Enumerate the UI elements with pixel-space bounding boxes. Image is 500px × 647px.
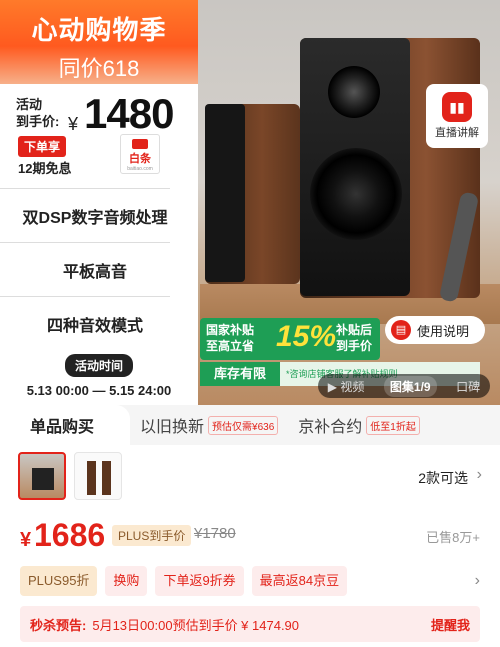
media-tab-video[interactable]: ▶ 视频 [328,378,365,395]
tab-single-label: 单品购买 [30,419,95,436]
promo-title: 心动购物季 [31,15,167,45]
promo-title-partial [0,2,198,6]
manual-button[interactable]: ▤ 使用说明 [385,316,485,344]
time-label: 活动时间 [64,354,133,377]
plus-price-tag: PLUS到手价 [112,525,192,546]
doc-icon: ▤ [391,320,411,340]
coupon-plus[interactable]: PLUS95折 [20,566,98,596]
tab-contract-tag: 低至1折起 [366,415,420,435]
coupon-exchange[interactable]: 换购 [105,566,148,596]
subsidy-percent: 15% [276,320,337,353]
coupon-rebate[interactable]: 下单返9折券 [155,566,244,596]
variant-thumb-speakers[interactable] [18,452,66,500]
feature-2: 平板高音 [0,242,170,296]
remind-button[interactable]: 提醒我 [431,615,470,634]
promo-yen: ¥ [68,114,79,134]
tab-tradein-tag: 预估仅需¥636 [208,415,279,435]
purchase-tabs: 单品购买 以旧换新 预估仅需¥636 京补合约 低至1折起 [0,405,500,445]
flash-sale-notice: 秒杀预告: 5月13日00:00预估到手价 ¥ 1474.90 提醒我 [20,606,480,642]
sold-count: 已售8万+ [426,530,480,545]
order-badge: 下单享 [18,136,67,157]
promo-price: 1480 [84,90,174,137]
variant-thumb-stands[interactable] [74,452,122,500]
live-stream-button[interactable]: ▮▮ 直播讲解 [426,84,488,148]
tab-tradein-label: 以旧换新 [140,419,205,436]
promo-price-label: 活动 到手价: [16,97,60,129]
promo-subtitle: 同价618 [58,56,140,81]
activity-time: 活动时间 5.13 00:00 — 5.15 24:00 [0,350,198,398]
price-value: 1686 [34,517,106,553]
price-yen: ¥ [20,529,32,551]
variant-count: 2款可选 [418,470,468,486]
feature-1: 双DSP数字音频处理 [0,188,170,242]
original-price: ¥1780 [194,525,236,542]
baitiao-logo: 白条 baitiao.com [120,134,160,174]
live-label: 直播讲解 [435,127,479,139]
subsidy-banner: 国家补贴 至高立省 15% 补贴后 到手价 [200,318,380,360]
subsidy-left: 国家补贴 至高立省 [206,323,255,353]
time-range: 5.13 00:00 — 5.15 24:00 [26,383,172,398]
presale-label: 秒杀预告: [30,617,87,633]
variant-selector[interactable]: 2款可选 › [18,452,482,504]
price-row: ¥ 1686 PLUS到手价 ¥1780 已售8万+ [20,515,480,555]
subsidy-right: 补贴后 到手价 [336,323,373,353]
bars-icon: ▮▮ [442,92,472,122]
promo-price-box: 活动 到手价: ¥ 1480 下单享 12期免息 白条 baitiao.com [0,84,198,188]
tab-single[interactable]: 单品购买 [0,405,131,445]
media-tabs: ▶ 视频 图集1/9 口碑 [318,374,490,398]
coupon-row[interactable]: PLUS95折 换购 下单返9折券 最高返84京豆 › [20,566,480,596]
feature-3: 四种音效模式 [0,296,170,350]
installment-text: 12期免息 [18,161,72,176]
product-gallery[interactable]: 心动购物季 同价618 活动 到手价: ¥ 1480 下单享 12期免息 白条 … [0,0,500,405]
promo-header: 心动购物季 同价618 [0,0,198,84]
tab-contract[interactable]: 京补合约 低至1折起 [288,405,430,445]
tab-contract-label: 京补合约 [298,419,363,436]
manual-label: 使用说明 [417,323,470,339]
stock-label: 库存有限 [200,362,280,386]
chevron-right-icon: › [474,572,480,589]
media-tab-reviews[interactable]: 口碑 [456,378,480,395]
promo-panel: 心动购物季 同价618 活动 到手价: ¥ 1480 下单享 12期免息 白条 … [0,0,198,405]
coupon-jingdou[interactable]: 最高返84京豆 [251,566,348,596]
media-tab-gallery[interactable]: 图集1/9 [383,375,437,397]
presale-text: 5月13日00:00预估到手价 ¥ 1474.90 [92,617,300,633]
chevron-right-icon: › [476,466,482,483]
speaker-left-image [205,104,300,284]
tab-tradein[interactable]: 以旧换新 预估仅需¥636 [130,405,288,445]
